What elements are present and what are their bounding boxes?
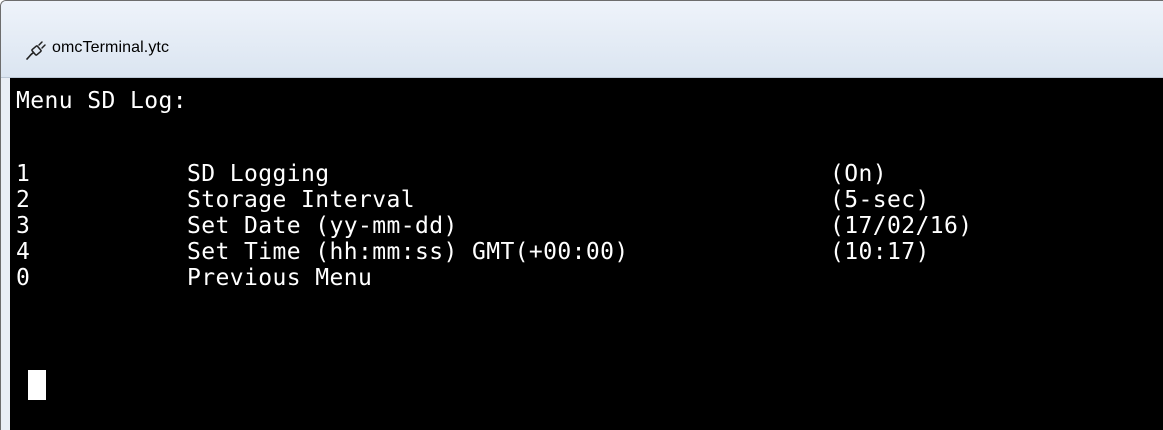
option-key: 2 (16, 187, 30, 213)
telnet-plug-icon (26, 41, 46, 60)
option-label: SD Logging (187, 161, 330, 187)
window-titlebar[interactable]: omcTerminal.ytc (1, 1, 1163, 78)
option-label: Set Time (hh:mm:ss) GMT(+00:00) (187, 239, 629, 265)
option-key: 4 (16, 239, 30, 265)
terminal-cursor (28, 370, 46, 400)
option-value: (17/02/16) (830, 213, 973, 239)
option-key: 1 (16, 161, 30, 187)
option-label: Set Date (yy-mm-dd) (187, 213, 458, 239)
window-title: omcTerminal.ytc (52, 39, 170, 56)
option-label: Previous Menu (187, 265, 373, 291)
menu-title: Menu SD Log: (16, 88, 187, 114)
option-label: Storage Interval (187, 187, 415, 213)
terminal-screen[interactable]: Menu SD Log: 1 SD Logging (On) 2 Storage… (10, 78, 1163, 430)
terminal-window: omcTerminal.ytc Menu SD Log: 1 SD Loggin… (0, 0, 1163, 430)
option-value: (5-sec) (830, 187, 930, 213)
option-key: 3 (16, 213, 30, 239)
option-value: (10:17) (830, 239, 930, 265)
option-key: 0 (16, 265, 30, 291)
option-value: (On) (830, 161, 887, 187)
